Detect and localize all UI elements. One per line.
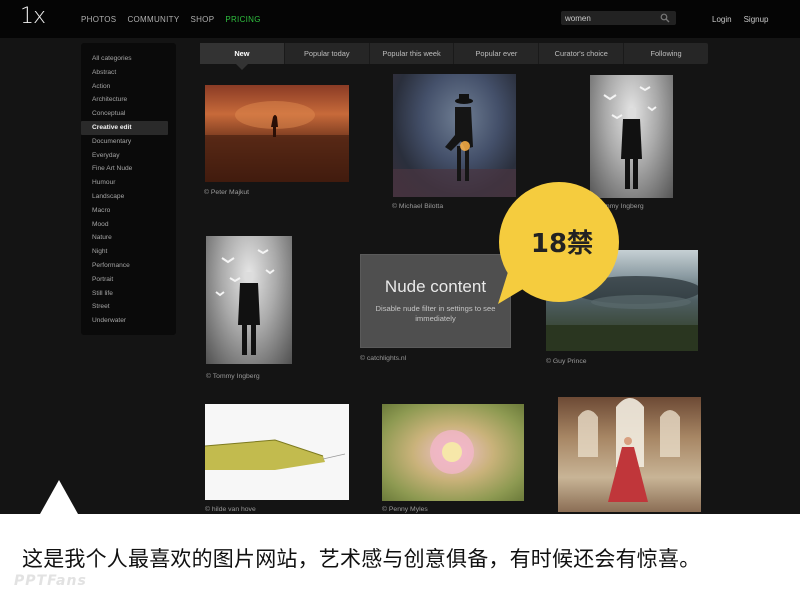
category-mood[interactable]: Mood [81,218,176,232]
category-everyday[interactable]: Everyday [81,149,176,163]
age-restriction-badge: 18禁 [498,182,619,304]
active-tab-pointer [236,64,248,70]
photo-credit: © hilde van hove [205,506,256,513]
photo-art [430,430,474,474]
photo-thumbnail[interactable] [393,74,516,197]
category-fine-art-nude[interactable]: Fine Art Nude [81,162,176,176]
category-macro[interactable]: Macro [81,204,176,218]
nav-photos[interactable]: PHOTOS [81,15,116,24]
photo-credit: © Peter Majkut [204,189,250,196]
photo-credit: © Guy Prince [546,358,587,365]
photo-thumbnail[interactable] [382,404,524,501]
search-input[interactable] [565,12,657,24]
photo-thumbnail[interactable] [558,397,701,512]
photo-art [205,439,346,470]
top-bar: 1x PHOTOS COMMUNITY SHOP PRICING Login S… [0,0,800,38]
category-performance[interactable]: Performance [81,259,176,273]
photo-thumbnail[interactable] [205,85,349,182]
category-abstract[interactable]: Abstract [81,66,176,80]
search-box [561,11,676,25]
category-action[interactable]: Action [81,80,176,94]
photo-credit: © Tommy Ingberg [206,373,260,380]
login-link[interactable]: Login [712,15,732,24]
badge-text: 18禁 [531,229,593,259]
signup-link[interactable]: Signup [744,15,769,24]
category-creative-edit[interactable]: Creative edit [81,120,168,135]
category-all[interactable]: All categories [81,52,176,66]
photo-credit: © catchlights.nl [360,355,407,362]
user-nav: Login Signup [712,15,769,24]
nav-shop[interactable]: SHOP [190,15,214,24]
sort-tabs: New Popular today Popular this week Popu… [200,43,708,64]
photo-thumbnail[interactable] [205,404,349,500]
nude-content-subtitle: Disable nude filter in settings to see i… [375,304,496,323]
category-sidebar: All categories Abstract Action Architect… [81,43,176,335]
photo-art [603,86,657,189]
category-night[interactable]: Night [81,245,176,259]
tab-following[interactable]: Following [624,43,708,64]
search-icon[interactable] [660,13,670,23]
nude-content-placeholder[interactable]: Nude content Disable nude filter in sett… [360,254,511,348]
main-nav: PHOTOS COMMUNITY SHOP PRICING [81,15,261,24]
nav-community[interactable]: COMMUNITY [127,15,179,24]
tab-popular-today[interactable]: Popular today [285,43,370,64]
category-street[interactable]: Street [81,300,176,314]
category-underwater[interactable]: Underwater [81,314,176,328]
photo-credit: © Penny Myles [382,506,428,513]
photo-art [393,94,516,197]
site-logo[interactable]: 1x [20,4,46,29]
category-nature[interactable]: Nature [81,231,176,245]
tab-new[interactable]: New [200,43,285,64]
category-architecture[interactable]: Architecture [81,93,176,107]
category-landscape[interactable]: Landscape [81,190,176,204]
photo-art [578,398,680,502]
nav-pricing[interactable]: PRICING [225,15,260,24]
category-documentary[interactable]: Documentary [81,135,176,149]
category-portrait[interactable]: Portrait [81,273,176,287]
nude-content-title: Nude content [384,277,487,296]
photo-art [215,249,275,355]
watermark: PPTFans [14,573,87,589]
caption-text: 这是我个人最喜欢的图片网站，艺术感与创意俱备，有时候还会有惊喜。 [22,547,701,571]
photo-thumbnail[interactable] [206,236,292,364]
category-humour[interactable]: Humour [81,176,176,190]
photo-art [205,101,349,182]
photo-credit: © Michael Bilotta [392,203,444,210]
photo-thumbnail[interactable] [590,75,673,198]
category-conceptual[interactable]: Conceptual [81,107,176,121]
tab-curators-choice[interactable]: Curator's choice [539,43,625,64]
caption-notch [40,480,78,514]
tab-popular-this-week[interactable]: Popular this week [370,43,455,64]
tab-popular-ever[interactable]: Popular ever [454,43,540,64]
category-still-life[interactable]: Still life [81,287,176,301]
